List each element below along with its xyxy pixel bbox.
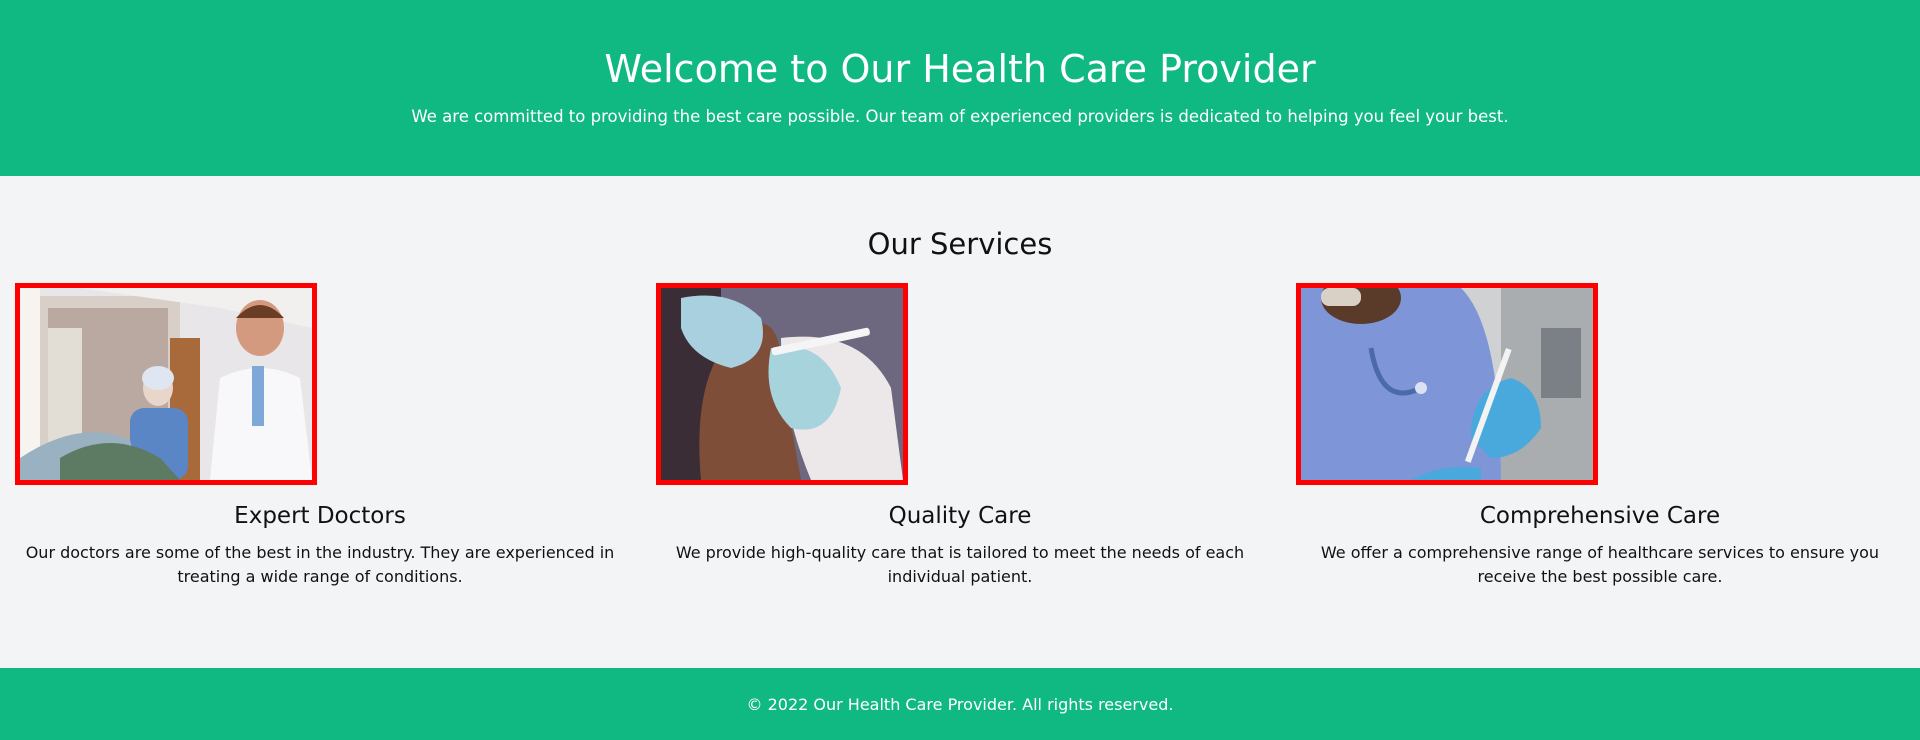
service-card-quality-care: Quality Care We provide high-quality car… bbox=[640, 283, 1280, 603]
hero-title: Welcome to Our Health Care Provider bbox=[604, 47, 1316, 91]
service-title: Expert Doctors bbox=[234, 503, 406, 529]
service-description: Our doctors are some of the best in the … bbox=[25, 543, 615, 586]
hero-banner: Welcome to Our Health Care Provider We a… bbox=[0, 0, 1920, 176]
doctor-and-nurse-with-patient-photo bbox=[15, 283, 317, 485]
hero-subtitle: We are committed to providing the best c… bbox=[411, 107, 1509, 126]
copyright-text: © 2022 Our Health Care Provider. All rig… bbox=[746, 695, 1174, 714]
clinician-with-syringe-photo bbox=[1296, 283, 1598, 485]
service-card-expert-doctors: Expert Doctors Our doctors are some of t… bbox=[0, 283, 640, 603]
service-description: We provide high-quality care that is tai… bbox=[675, 543, 1245, 586]
service-description: We offer a comprehensive range of health… bbox=[1320, 543, 1880, 586]
vaccine-injection-photo bbox=[656, 283, 908, 485]
services-heading: Our Services bbox=[867, 227, 1053, 261]
service-title: Comprehensive Care bbox=[1479, 503, 1721, 529]
service-title: Quality Care bbox=[888, 503, 1032, 529]
service-card-comprehensive-care: Comprehensive Care We offer a comprehens… bbox=[1280, 283, 1920, 603]
page-footer: © 2022 Our Health Care Provider. All rig… bbox=[0, 668, 1920, 740]
